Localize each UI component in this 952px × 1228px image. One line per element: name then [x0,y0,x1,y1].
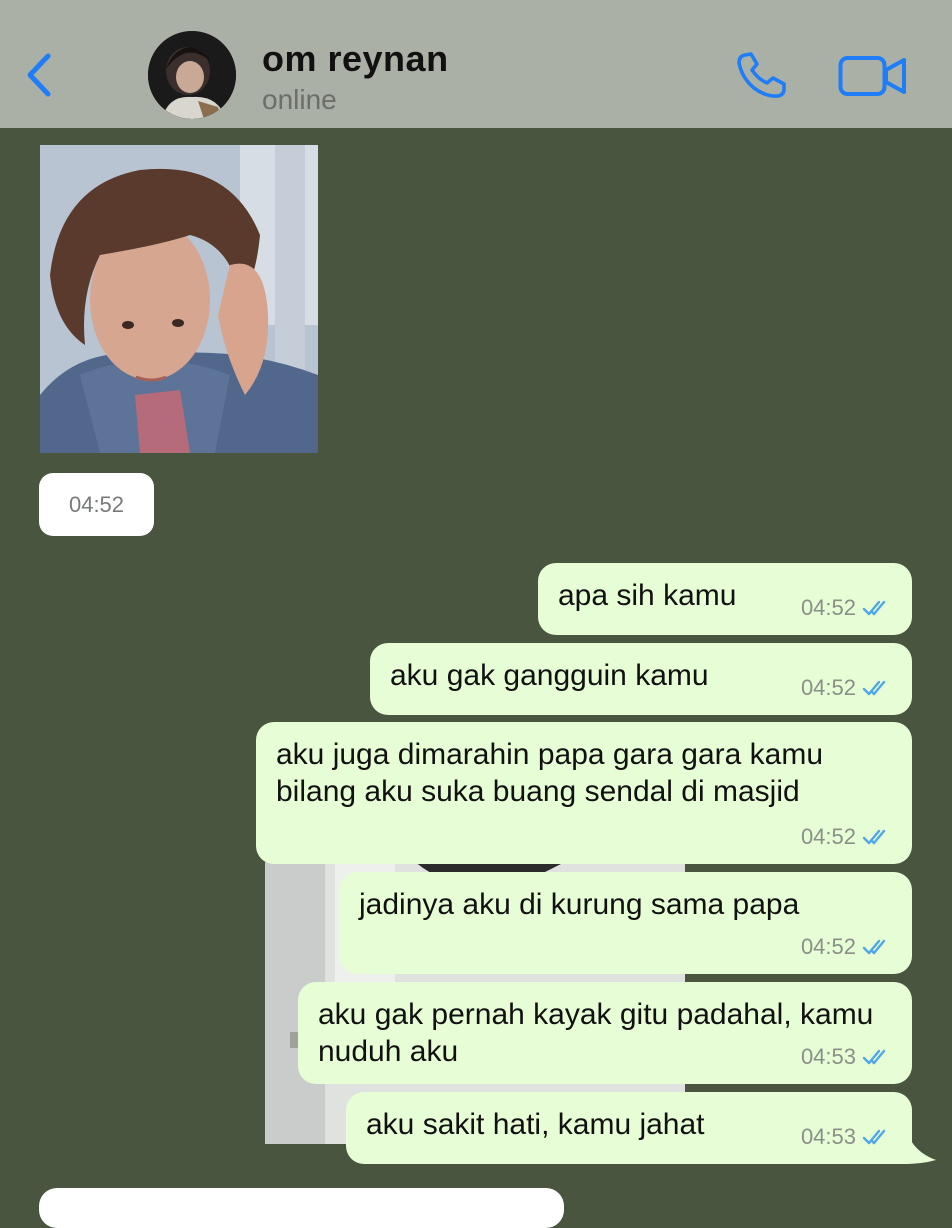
incoming-timestamp: 04:52 [39,473,154,536]
contact-status: online [262,84,337,115]
double-check-icon [862,1049,886,1064]
received-photo[interactable] [40,145,318,453]
message-time: 04:52 [800,675,856,700]
double-check-icon [862,939,886,954]
message-meta: 04:53 [801,1118,892,1155]
incoming-message-bubble[interactable] [39,1188,564,1228]
back-button[interactable] [22,50,58,100]
message-bubble[interactable]: aku sakit hati, kamu jahat 04:53 [346,1092,912,1164]
message-meta: 04:52 [801,669,892,706]
message-time: 04:52 [800,824,856,849]
message-bubble[interactable]: apa sih kamu 04:52 [538,563,912,635]
message-text: aku sakit hati, kamu jahat [366,1108,705,1141]
message-time: 04:52 [800,595,856,620]
video-call-button[interactable] [838,54,908,98]
message-text: aku gak pernah kayak gitu padahal, kamu … [318,998,874,1068]
double-check-icon [862,1129,886,1144]
timestamp-text: 04:52 [68,491,125,517]
message-bubble[interactable]: aku gak pernah kayak gitu padahal, kamu … [298,982,912,1084]
message-meta: 04:52 [801,589,892,626]
message-text: apa sih kamu [558,579,737,612]
message-bubble[interactable]: jadinya aku di kurung sama papa 04:52 [339,872,912,974]
message-text: aku gak gangguin kamu [390,659,709,692]
avatar[interactable] [148,31,236,119]
double-check-icon [862,680,886,695]
message-time: 04:53 [800,1044,856,1069]
message-meta: 04:52 [801,928,892,965]
message-text: aku juga dimarahin papa gara gara kamu b… [276,738,824,808]
chevron-left-icon [27,53,51,97]
message-meta: 04:52 [801,818,892,855]
double-check-icon [862,600,886,615]
message-bubble[interactable]: aku gak gangguin kamu 04:52 [370,643,912,715]
bubble-tail [904,1120,936,1164]
video-camera-icon [838,56,906,96]
double-check-icon [862,829,886,844]
phone-icon [737,52,786,98]
message-meta: 04:53 [801,1038,892,1075]
portrait-photo-image [40,145,318,453]
contact-name[interactable]: om reynan [262,38,449,80]
chat-header: om reynan online [0,0,952,128]
message-bubble[interactable]: aku juga dimarahin papa gara gara kamu b… [256,722,912,864]
voice-call-button[interactable] [734,50,790,100]
message-time: 04:52 [800,934,856,959]
message-text: jadinya aku di kurung sama papa [359,888,800,921]
message-time: 04:53 [800,1124,856,1149]
